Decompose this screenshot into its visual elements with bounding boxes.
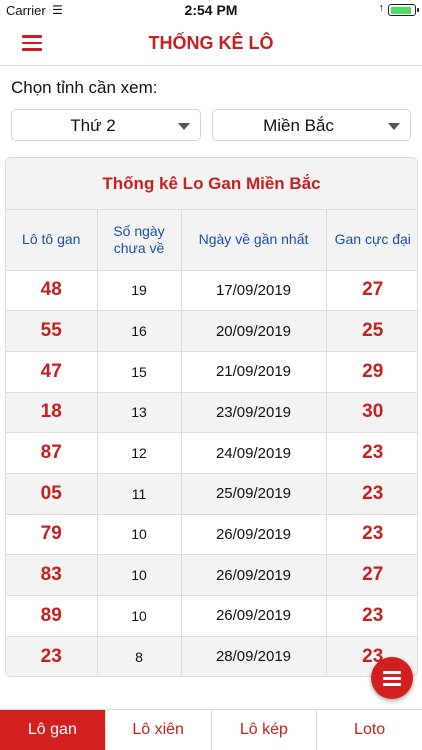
tab-lo-kep[interactable]: Lô kép bbox=[212, 710, 318, 750]
clock: 2:54 PM bbox=[184, 2, 238, 18]
table-row: 23 8 28/09/2019 23 bbox=[6, 636, 417, 676]
table-row: 55 16 20/09/2019 25 bbox=[6, 310, 417, 352]
table-header-row: Lô tô gan Số ngày chưa về Ngày về gần nh… bbox=[6, 210, 417, 271]
column-header-max: Gan cực đại bbox=[326, 210, 417, 271]
max-gan-cell: 25 bbox=[326, 310, 417, 352]
last-date-cell: 23/09/2019 bbox=[181, 392, 327, 434]
days-absent-cell: 10 bbox=[97, 595, 182, 637]
days-absent-cell: 15 bbox=[97, 351, 182, 393]
table-row: 89 10 26/09/2019 23 bbox=[6, 595, 417, 637]
table-row: 48 19 17/09/2019 27 bbox=[6, 270, 417, 312]
lo-number-cell: 89 bbox=[6, 595, 98, 637]
lo-gan-card: Thống kê Lo Gan Miền Bắc Lô tô gan Số ng… bbox=[5, 157, 418, 677]
page-title: THỐNG KÊ LÔ bbox=[148, 33, 274, 53]
lo-gan-table: Lô tô gan Số ngày chưa về Ngày về gần nh… bbox=[6, 210, 417, 676]
lo-number-cell: 48 bbox=[6, 270, 98, 312]
last-date-cell: 26/09/2019 bbox=[181, 514, 327, 556]
lo-number-cell: 18 bbox=[6, 392, 98, 434]
last-date-cell: 25/09/2019 bbox=[181, 473, 327, 515]
charging-icon: ↑ bbox=[378, 2, 385, 14]
last-date-cell: 17/09/2019 bbox=[181, 270, 327, 312]
max-gan-cell: 23 bbox=[326, 595, 417, 637]
tab-loto[interactable]: Loto bbox=[317, 710, 422, 750]
days-absent-cell: 10 bbox=[97, 554, 182, 596]
floating-menu-button[interactable] bbox=[371, 657, 413, 699]
table-row: 87 12 24/09/2019 23 bbox=[6, 432, 417, 474]
last-date-cell: 26/09/2019 bbox=[181, 554, 327, 596]
last-date-cell: 28/09/2019 bbox=[181, 636, 327, 676]
column-header-lo: Lô tô gan bbox=[6, 210, 98, 271]
max-gan-cell: 30 bbox=[326, 392, 417, 434]
tab-bar: Lô gan Lô xiên Lô kép Loto bbox=[0, 709, 422, 750]
tab-lo-xien[interactable]: Lô xiên bbox=[106, 710, 212, 750]
battery-icon bbox=[388, 4, 419, 16]
day-select[interactable]: Thứ 2 bbox=[11, 109, 201, 141]
tab-lo-gan[interactable]: Lô gan bbox=[0, 710, 106, 750]
days-absent-cell: 12 bbox=[97, 432, 182, 474]
region-select[interactable]: Miền Bắc bbox=[212, 109, 411, 141]
province-label: Chọn tỉnh cần xem: bbox=[11, 78, 158, 97]
max-gan-cell: 27 bbox=[326, 270, 417, 312]
lo-number-cell: 83 bbox=[6, 554, 98, 596]
last-date-cell: 24/09/2019 bbox=[181, 432, 327, 474]
days-absent-cell: 8 bbox=[97, 636, 182, 676]
battery-level bbox=[390, 6, 412, 14]
lo-number-cell: 23 bbox=[6, 636, 98, 676]
nav-bar: THỐNG KÊ LÔ bbox=[0, 20, 422, 66]
lo-number-cell: 55 bbox=[6, 310, 98, 352]
chevron-down-icon bbox=[178, 123, 190, 130]
chevron-down-icon bbox=[388, 123, 400, 130]
days-absent-cell: 19 bbox=[97, 270, 182, 312]
column-header-date: Ngày về gần nhất bbox=[181, 210, 327, 271]
table-row: 05 11 25/09/2019 23 bbox=[6, 473, 417, 515]
max-gan-cell: 23 bbox=[326, 473, 417, 515]
column-header-days: Số ngày chưa về bbox=[97, 210, 182, 271]
table-row: 79 10 26/09/2019 23 bbox=[6, 514, 417, 556]
table-row: 18 13 23/09/2019 30 bbox=[6, 392, 417, 434]
max-gan-cell: 23 bbox=[326, 514, 417, 556]
lo-number-cell: 47 bbox=[6, 351, 98, 393]
status-bar: Carrier ☰ 2:54 PM ↑ bbox=[0, 0, 422, 20]
days-absent-cell: 16 bbox=[97, 310, 182, 352]
lo-number-cell: 87 bbox=[6, 432, 98, 474]
days-absent-cell: 13 bbox=[97, 392, 182, 434]
lo-number-cell: 05 bbox=[6, 473, 98, 515]
table-row: 47 15 21/09/2019 29 bbox=[6, 351, 417, 393]
last-date-cell: 20/09/2019 bbox=[181, 310, 327, 352]
max-gan-cell: 23 bbox=[326, 432, 417, 474]
days-absent-cell: 11 bbox=[97, 473, 182, 515]
table-row: 83 10 26/09/2019 27 bbox=[6, 554, 417, 596]
last-date-cell: 21/09/2019 bbox=[181, 351, 327, 393]
day-select-value: Thứ 2 bbox=[70, 116, 116, 135]
last-date-cell: 26/09/2019 bbox=[181, 595, 327, 637]
lo-number-cell: 79 bbox=[6, 514, 98, 556]
region-select-value: Miền Bắc bbox=[263, 116, 334, 135]
max-gan-cell: 29 bbox=[326, 351, 417, 393]
days-absent-cell: 10 bbox=[97, 514, 182, 556]
card-title: Thống kê Lo Gan Miền Bắc bbox=[6, 158, 417, 210]
max-gan-cell: 27 bbox=[326, 554, 417, 596]
